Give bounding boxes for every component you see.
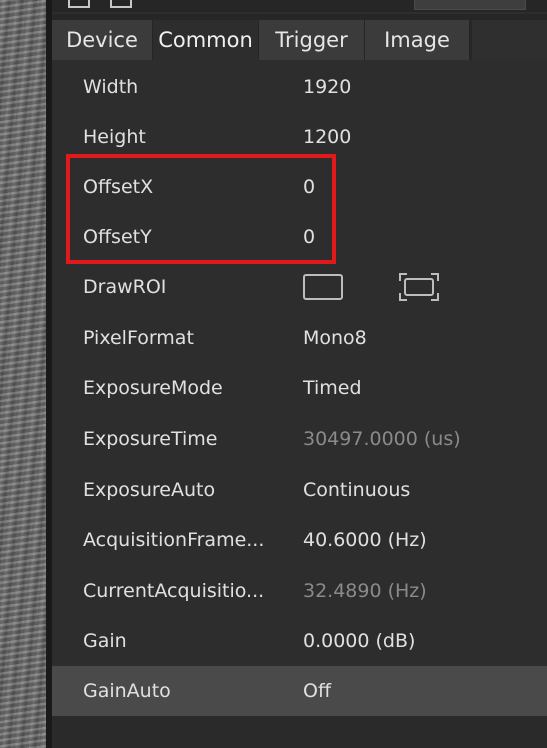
toolbar-button-1[interactable] — [68, 0, 90, 8]
toolbar-button-2[interactable] — [110, 0, 132, 8]
offset-highlight-box — [66, 154, 336, 264]
tab-common[interactable]: Common — [153, 20, 259, 60]
panel-toolbar — [52, 0, 547, 12]
property-label: ExposureAuto — [83, 479, 216, 501]
property-value[interactable]: 1920 — [303, 62, 351, 112]
tab-device[interactable]: Device — [52, 20, 153, 60]
image-view-background — [0, 0, 46, 748]
toolbar-dropdown[interactable] — [414, 0, 526, 10]
property-row-exposureauto[interactable]: ExposureAuto Continuous — [52, 465, 547, 515]
rectangle-draw-icon[interactable] — [303, 274, 343, 300]
property-row-exposuretime[interactable]: ExposureTime 30497.0000 (us) — [52, 414, 547, 464]
property-row-acquisitionframerate[interactable]: AcquisitionFrame... 40.6000 (Hz) — [52, 515, 547, 565]
property-label: Width — [83, 76, 139, 98]
property-value: 32.4890 (Hz) — [303, 580, 427, 602]
property-row-drawroi: DrawROI — [52, 262, 547, 312]
property-label: PixelFormat — [83, 327, 194, 349]
property-row-gain[interactable]: Gain 0.0000 (dB) — [52, 616, 547, 666]
tab-bar: Device Common Trigger Image — [52, 14, 547, 60]
property-row-exposuremode[interactable]: ExposureMode Timed — [52, 363, 547, 413]
property-row-width[interactable]: Width 1920 — [52, 62, 547, 112]
tab-bar-filler — [472, 20, 547, 60]
property-value[interactable]: 40.6000 (Hz) — [303, 515, 427, 565]
property-label: CurrentAcquisitio... — [83, 580, 265, 602]
property-value[interactable]: 0.0000 (dB) — [303, 616, 415, 666]
panel-footer — [52, 716, 547, 748]
property-value[interactable]: Timed — [303, 363, 362, 413]
property-label: ExposureTime — [83, 428, 218, 450]
property-value: 30497.0000 (us) — [303, 428, 461, 450]
property-panel: Device Common Trigger Image Width 1920 H… — [52, 0, 547, 748]
property-row-currentacquisition[interactable]: CurrentAcquisitio... 32.4890 (Hz) — [52, 566, 547, 616]
tab-trigger[interactable]: Trigger — [259, 20, 365, 60]
tab-image[interactable]: Image — [365, 20, 470, 60]
property-label: DrawROI — [83, 276, 167, 298]
property-label: GainAuto — [83, 680, 171, 702]
property-label: AcquisitionFrame... — [83, 529, 265, 551]
property-row-pixelformat[interactable]: PixelFormat Mono8 — [52, 313, 547, 363]
property-label: Gain — [83, 630, 127, 652]
property-value[interactable]: Mono8 — [303, 313, 367, 363]
property-row-gainauto[interactable]: GainAuto Off — [52, 666, 547, 716]
property-value[interactable]: Off — [303, 666, 331, 716]
property-value[interactable]: Continuous — [303, 465, 410, 515]
fit-roi-icon[interactable] — [398, 272, 440, 302]
property-label: ExposureMode — [83, 377, 223, 399]
